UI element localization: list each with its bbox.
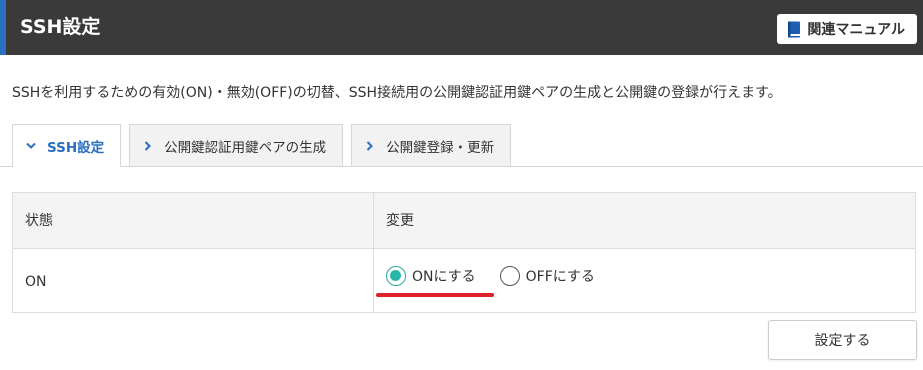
page-header: SSH設定 関連マニュアル bbox=[0, 0, 923, 55]
tab-label: SSH設定 bbox=[47, 140, 105, 156]
radio-on-option[interactable]: ONにする bbox=[386, 266, 476, 286]
tab-public-key-register[interactable]: 公開鍵登録・更新 bbox=[351, 124, 512, 166]
radio-off-option[interactable]: OFFにする bbox=[499, 266, 595, 286]
tab-keypair-generation[interactable]: 公開鍵認証用鍵ペアの生成 bbox=[129, 124, 344, 166]
submit-button[interactable]: 設定する bbox=[768, 320, 917, 360]
header-change: 変更 bbox=[386, 213, 414, 229]
tab-bar: SSH設定 公開鍵認証用鍵ペアの生成 公開鍵登録・更新 bbox=[12, 124, 512, 167]
tab-label: 公開鍵認証用鍵ペアの生成 bbox=[164, 139, 327, 156]
radio-off-label: OFFにする bbox=[525, 269, 595, 285]
table-header-row bbox=[13, 193, 915, 249]
column-divider bbox=[373, 193, 374, 312]
page-description: SSHを利用するための有効(ON)・無効(OFF)の切替、SSH接続用の公開鍵認… bbox=[12, 85, 782, 101]
book-icon bbox=[787, 21, 801, 38]
page-title: SSH設定 bbox=[20, 16, 101, 38]
chevron-right-icon bbox=[364, 140, 376, 152]
tab-label: 公開鍵登録・更新 bbox=[386, 139, 495, 156]
ssh-toggle-radio-group: ONにする OFFにする bbox=[386, 266, 595, 286]
related-manual-button[interactable]: 関連マニュアル bbox=[777, 14, 917, 44]
header-status: 状態 bbox=[25, 213, 53, 229]
radio-on-button[interactable] bbox=[386, 266, 406, 286]
tab-ssh-settings[interactable]: SSH設定 bbox=[12, 124, 122, 167]
related-manual-label: 関連マニュアル bbox=[807, 22, 905, 38]
ssh-settings-table: 状態 変更 ON ONにする OFFにする bbox=[12, 192, 916, 313]
chevron-down-icon bbox=[25, 140, 37, 152]
status-value: ON bbox=[25, 274, 47, 290]
chevron-right-icon bbox=[142, 140, 154, 152]
radio-off-button[interactable] bbox=[499, 266, 520, 286]
highlight-underline bbox=[376, 293, 494, 297]
radio-on-label: ONにする bbox=[412, 269, 476, 285]
